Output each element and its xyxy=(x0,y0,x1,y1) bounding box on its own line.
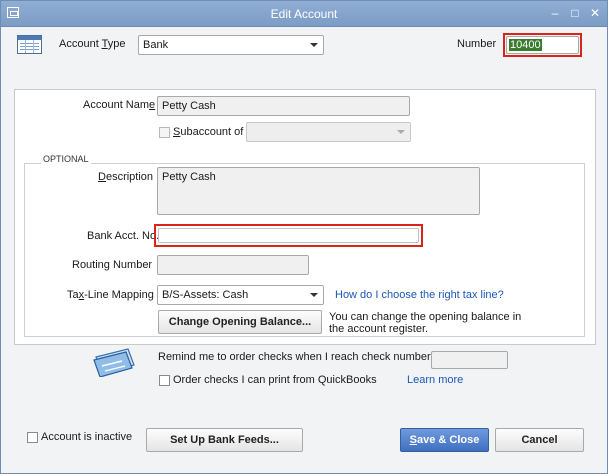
change-opening-balance-button[interactable]: Change Opening Balance... xyxy=(158,310,322,334)
description-textarea[interactable]: Petty Cash xyxy=(157,167,480,215)
tax-line-value: B/S-Assets: Cash xyxy=(162,289,249,301)
subaccount-label: Subaccount of xyxy=(173,126,244,138)
account-name-label: Account Name xyxy=(83,99,156,111)
description-label: Description xyxy=(98,171,154,183)
account-inactive-label: Account is inactive xyxy=(41,431,133,443)
number-label: Number xyxy=(457,38,497,50)
routing-number-label: Routing Number xyxy=(72,259,153,271)
description-value: Petty Cash xyxy=(162,171,216,183)
account-inactive-checkbox[interactable] xyxy=(27,432,38,443)
title-bar[interactable]: Edit Account – □ ✕ xyxy=(1,1,607,27)
subaccount-select[interactable] xyxy=(246,122,411,142)
routing-number-input[interactable] xyxy=(157,255,309,275)
save-and-close-button[interactable]: Save & Close xyxy=(400,428,489,452)
account-name-value: Petty Cash xyxy=(162,100,216,112)
optional-legend: OPTIONAL xyxy=(41,154,91,164)
close-icon[interactable]: ✕ xyxy=(586,5,604,21)
setup-bank-feeds-button[interactable]: Set Up Bank Feeds... xyxy=(146,428,303,452)
remind-checks-label: Remind me to order checks when I reach c… xyxy=(158,351,431,363)
tax-line-label: Tax-Line Mapping xyxy=(67,289,154,301)
chevron-down-icon xyxy=(310,293,318,297)
tax-line-select[interactable]: B/S-Assets: Cash xyxy=(157,285,324,305)
opening-balance-note-line1: You can change the opening balance in xyxy=(329,311,522,323)
number-value: 10400 xyxy=(509,39,542,51)
opening-balance-note-line2: the account register. xyxy=(329,323,429,335)
order-checks-checkbox[interactable] xyxy=(159,375,170,386)
account-type-value: Bank xyxy=(143,39,169,51)
bank-acct-label: Bank Acct. No. xyxy=(87,230,160,242)
chevron-down-icon xyxy=(397,130,405,134)
cancel-button[interactable]: Cancel xyxy=(495,428,584,452)
order-checks-label: Order checks I can print from QuickBooks xyxy=(173,374,377,386)
chevron-down-icon xyxy=(310,43,318,47)
account-type-select[interactable]: Bank xyxy=(138,35,324,55)
minimize-icon[interactable]: – xyxy=(546,5,564,21)
tax-line-help-link[interactable]: How do I choose the right tax line? xyxy=(335,289,504,301)
check-number-input[interactable] xyxy=(431,351,508,369)
account-register-icon xyxy=(17,35,42,54)
bank-acct-input[interactable] xyxy=(158,228,419,243)
check-book-icon xyxy=(93,348,135,377)
account-name-input[interactable]: Petty Cash xyxy=(157,96,410,116)
account-type-label: Account Type xyxy=(59,38,126,50)
edit-account-window: Edit Account – □ ✕ Account Type Bank Num… xyxy=(0,0,608,474)
learn-more-link[interactable]: Learn more xyxy=(407,374,463,386)
subaccount-checkbox[interactable] xyxy=(159,127,170,138)
window-title: Edit Account xyxy=(270,7,338,21)
number-input[interactable]: 10400 xyxy=(506,36,579,54)
maximize-icon[interactable]: □ xyxy=(566,5,584,21)
